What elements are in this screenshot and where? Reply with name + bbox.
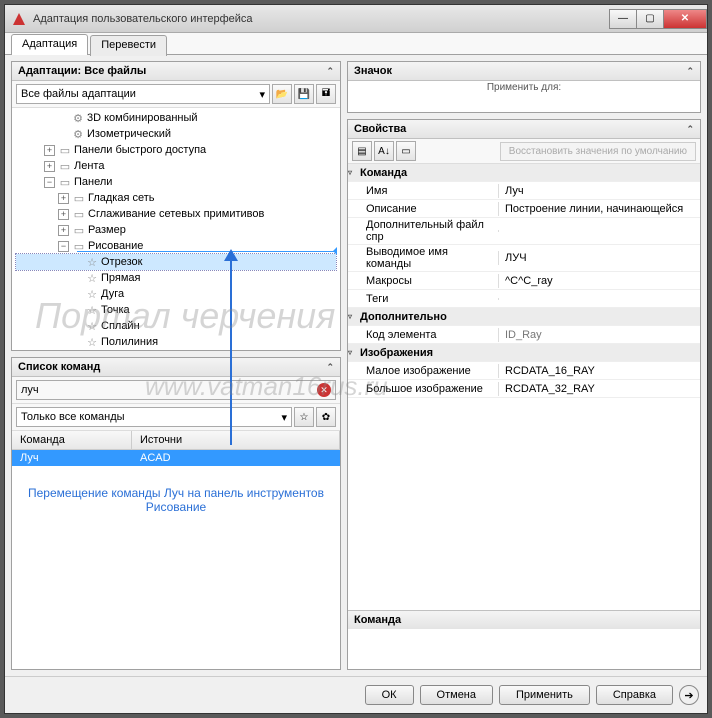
command-list-title: Список команд — [18, 361, 326, 373]
find-command-button[interactable]: ✿ — [316, 407, 336, 427]
prop-row[interactable]: Теги — [348, 290, 700, 308]
gear-icon: ⚙ — [71, 128, 85, 141]
command-list[interactable]: Луч ACAD Перемещение команды Луч на пане… — [12, 450, 340, 669]
close-button[interactable]: ✕ — [663, 9, 707, 29]
categorized-button[interactable]: ▤ — [352, 141, 372, 161]
tree-item[interactable]: ⚙Изометрический — [16, 126, 336, 142]
help-button[interactable]: Справка — [596, 685, 673, 705]
tree-item[interactable]: ⚙3D комбинированный — [16, 110, 336, 126]
prop-row[interactable]: Макросы^C^C_ray — [348, 272, 700, 290]
prop-row[interactable]: ИмяЛуч — [348, 182, 700, 200]
tree-item[interactable]: ☆Прямая — [16, 270, 336, 286]
main-tabs: Адаптация Перевести — [5, 33, 707, 55]
help-icon[interactable]: ➔ — [679, 685, 699, 705]
panel-icon: ▭ — [72, 224, 86, 237]
open-file-button[interactable]: 📂 — [272, 84, 292, 104]
tab-translate[interactable]: Перевести — [90, 35, 167, 56]
tree-item[interactable]: +▭Лента — [16, 158, 336, 174]
insert-indicator-cap — [333, 247, 337, 255]
tree-item-selected[interactable]: ☆Отрезок — [16, 254, 336, 270]
cancel-button[interactable]: Отмена — [420, 685, 493, 705]
new-command-button[interactable]: ☆ — [294, 407, 314, 427]
titlebar: Адаптация пользовательского интерфейса —… — [5, 5, 707, 33]
help-panel-title: Команда — [354, 614, 694, 626]
star-icon: ☆ — [85, 336, 99, 349]
command-list-header: Команда Источни — [12, 431, 340, 450]
prop-page-button[interactable]: ▭ — [396, 141, 416, 161]
tree-item[interactable]: ☆Точка — [16, 302, 336, 318]
tree-item[interactable]: ☆Сплайн — [16, 318, 336, 334]
star-icon: ☆ — [85, 320, 99, 333]
prop-row[interactable]: Большое изображениеRCDATA_32_RAY — [348, 380, 700, 398]
panel-icon: ▭ — [72, 208, 86, 221]
tree-item[interactable]: ☆Полилиния — [16, 334, 336, 350]
icon-panel-title: Значок — [354, 65, 686, 77]
collapse-icon[interactable]: ⌃ — [686, 124, 694, 135]
apply-to-label: Применить для: — [348, 81, 700, 94]
ribbon-icon: ▭ — [58, 160, 72, 173]
customizations-title: Адаптации: Все файлы — [18, 65, 326, 77]
customization-file-select[interactable]: Все файлы адаптации▾ — [16, 84, 270, 104]
alphabetical-button[interactable]: A↓ — [374, 141, 394, 161]
prop-category[interactable]: ▿Команда — [348, 164, 700, 182]
apply-button[interactable]: Применить — [499, 685, 590, 705]
command-search-input[interactable]: луч✕ — [16, 380, 336, 400]
restore-defaults-button[interactable]: Восстановить значения по умолчанию — [500, 142, 696, 161]
window-title: Адаптация пользовательского интерфейса — [33, 13, 610, 25]
star-icon: ☆ — [85, 272, 99, 285]
collapse-icon[interactable]: ⌃ — [326, 362, 334, 373]
app-icon — [11, 11, 27, 27]
save-button[interactable]: 💾 — [294, 84, 314, 104]
property-grid[interactable]: ▿Команда ИмяЛуч ОписаниеПостроение линии… — [348, 164, 700, 610]
tree-item[interactable]: −▭Панели — [16, 174, 336, 190]
star-icon: ☆ — [85, 288, 99, 301]
command-filter-select[interactable]: Только все команды▾ — [16, 407, 292, 427]
panels-icon: ▭ — [58, 176, 72, 189]
gear-icon: ⚙ — [71, 112, 85, 125]
help-area — [348, 629, 700, 669]
star-icon: ☆ — [85, 304, 99, 317]
minimize-button[interactable]: — — [609, 9, 637, 29]
star-icon: ☆ — [85, 256, 99, 269]
collapse-icon[interactable]: ⌃ — [686, 66, 694, 77]
tree-item[interactable]: +▭Размер — [16, 222, 336, 238]
prop-row[interactable]: Малое изображениеRCDATA_16_RAY — [348, 362, 700, 380]
annotation-text: Перемещение команды Луч на панель инстру… — [12, 466, 340, 534]
prop-row[interactable]: ОписаниеПостроение линии, начинающейся — [348, 200, 700, 218]
properties-title: Свойства — [354, 123, 686, 135]
ok-button[interactable]: ОК — [365, 685, 414, 705]
clear-search-icon[interactable]: ✕ — [317, 383, 331, 397]
customization-tree[interactable]: ⚙3D комбинированный ⚙Изометрический +▭Па… — [12, 108, 340, 350]
tab-adapt[interactable]: Адаптация — [11, 34, 88, 55]
prop-row[interactable]: Дополнительный файл спр — [348, 218, 700, 245]
panel-icon: ▭ — [72, 192, 86, 205]
collapse-icon[interactable]: ⌃ — [326, 66, 334, 77]
prop-row: Код элементаID_Ray — [348, 326, 700, 344]
tree-item[interactable]: +▭Гладкая сеть — [16, 190, 336, 206]
tree-item[interactable]: ☆Дуга — [16, 286, 336, 302]
toolbar-icon: ▭ — [58, 144, 72, 157]
maximize-button[interactable]: ▢ — [636, 9, 664, 29]
prop-row[interactable]: Выводимое имя командыЛУЧ — [348, 245, 700, 272]
prop-category[interactable]: ▿Изображения — [348, 344, 700, 362]
insert-indicator — [77, 251, 337, 252]
list-row-selected[interactable]: Луч ACAD — [12, 450, 340, 466]
tree-item[interactable]: +▭Панели быстрого доступа — [16, 142, 336, 158]
save-all-button[interactable]: 🖬 — [316, 84, 336, 104]
tree-item[interactable]: +▭Сглаживание сетевых примитивов — [16, 206, 336, 222]
prop-category[interactable]: ▿Дополнительно — [348, 308, 700, 326]
